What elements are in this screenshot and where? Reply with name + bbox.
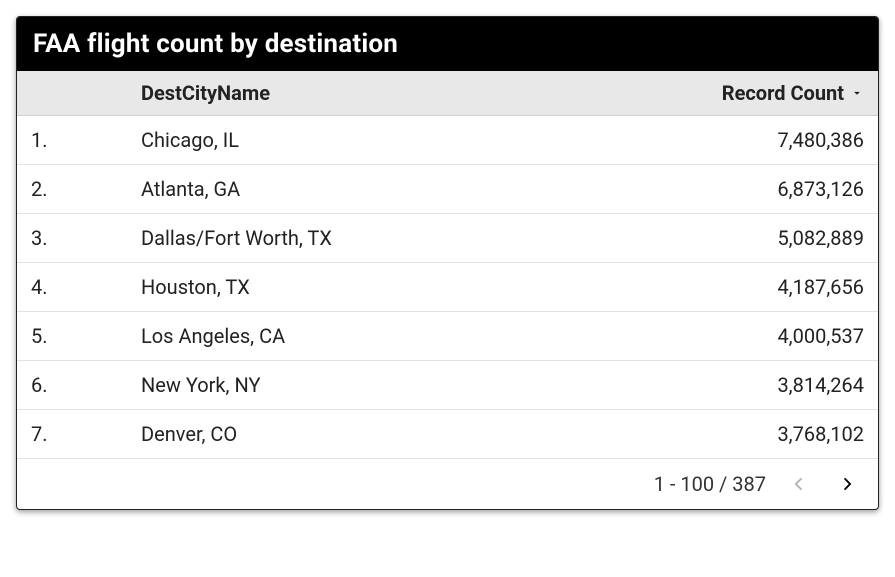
table-row: 7.Denver, CO3,768,102 [17,410,878,459]
cell-count: 4,187,656 [634,275,864,299]
cell-rank: 5. [31,324,141,348]
table-row: 2.Atlanta, GA6,873,126 [17,165,878,214]
cell-count: 6,873,126 [634,177,864,201]
chevron-right-icon [836,473,858,495]
cell-count: 4,000,537 [634,324,864,348]
cell-city: Houston, TX [141,275,634,299]
header-city[interactable]: DestCityName [141,81,634,105]
table-row: 5.Los Angeles, CA4,000,537 [17,312,878,361]
table-row: 1.Chicago, IL7,480,386 [17,116,878,165]
header-count-label: Record Count [722,81,844,105]
cell-city: Chicago, IL [141,128,634,152]
cell-count: 7,480,386 [634,128,864,152]
cell-city: Dallas/Fort Worth, TX [141,226,634,250]
cell-city: Atlanta, GA [141,177,634,201]
cell-rank: 3. [31,226,141,250]
cell-rank: 4. [31,275,141,299]
table-row: 6.New York, NY3,814,264 [17,361,878,410]
table-row: 3.Dallas/Fort Worth, TX5,082,889 [17,214,878,263]
next-page-button[interactable] [832,469,862,499]
sort-desc-icon [850,86,864,100]
pagination-range: 1 - 100 / 387 [654,472,766,496]
table-header: DestCityName Record Count [17,71,878,116]
header-count[interactable]: Record Count [634,81,864,105]
cell-rank: 6. [31,373,141,397]
cell-city: Denver, CO [141,422,634,446]
table-footer: 1 - 100 / 387 [17,459,878,509]
cell-rank: 7. [31,422,141,446]
card-title: FAA flight count by destination [17,17,878,71]
cell-count: 3,768,102 [634,422,864,446]
cell-city: New York, NY [141,373,634,397]
cell-count: 5,082,889 [634,226,864,250]
prev-page-button[interactable] [784,469,814,499]
cell-rank: 1. [31,128,141,152]
cell-city: Los Angeles, CA [141,324,634,348]
cell-rank: 2. [31,177,141,201]
chevron-left-icon [788,473,810,495]
table-body: 1.Chicago, IL7,480,3862.Atlanta, GA6,873… [17,116,878,459]
table-card: FAA flight count by destination DestCity… [16,16,879,510]
table-row: 4.Houston, TX4,187,656 [17,263,878,312]
cell-count: 3,814,264 [634,373,864,397]
